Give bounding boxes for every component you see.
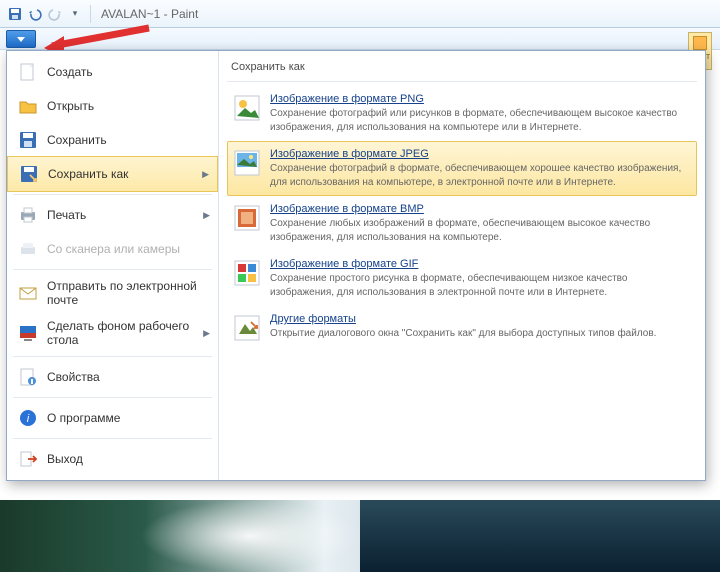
submenu-arrow-icon: ▶: [202, 169, 209, 180]
jpeg-format-icon: [232, 148, 262, 178]
saveas-format-jpeg[interactable]: Изображение в формате JPEG Сохранение фо…: [227, 141, 697, 196]
desktop-wallpaper-strip: [0, 500, 720, 572]
submenu-arrow-icon: ▶: [203, 328, 210, 339]
printer-icon: [17, 204, 39, 226]
file-menu-left-column: Создать Открыть Сохранить Сохранить как …: [7, 51, 219, 480]
other-formats-icon: [232, 313, 262, 343]
separator: [90, 5, 91, 23]
save-as-submenu: Сохранить как Изображение в формате PNG …: [219, 51, 705, 480]
format-description: Сохранение простого рисунка в формате, о…: [270, 272, 692, 299]
separator: [13, 194, 212, 195]
document-name: AVALAN~1: [101, 7, 160, 21]
saveas-format-png[interactable]: Изображение в формате PNG Сохранение фот…: [227, 86, 697, 141]
envelope-icon: [17, 282, 39, 304]
folder-open-icon: [17, 95, 39, 117]
separator: [13, 356, 212, 357]
saveas-format-bmp[interactable]: Изображение в формате BMP Сохранение люб…: [227, 196, 697, 251]
menu-item-exit[interactable]: Выход: [7, 442, 218, 476]
color1-box: [693, 36, 707, 50]
qat-save-icon[interactable]: [6, 5, 24, 23]
menu-item-label: Сделать фоном рабочего стола: [47, 319, 208, 347]
file-menu-dropdown: Создать Открыть Сохранить Сохранить как …: [6, 50, 706, 481]
save-as-icon: [18, 163, 40, 185]
menu-item-about[interactable]: i О программе: [7, 401, 218, 435]
menu-item-label: Свойства: [47, 370, 100, 384]
ribbon-tab-bar: [0, 28, 720, 50]
saveas-format-gif[interactable]: Изображение в формате GIF Сохранение про…: [227, 251, 697, 306]
format-description: Открытие диалогового окна "Сохранить как…: [270, 327, 692, 341]
separator: [13, 438, 212, 439]
menu-item-label: Сохранить: [47, 133, 107, 147]
menu-item-label: О программе: [47, 411, 120, 425]
app-name: Paint: [171, 7, 198, 21]
submenu-arrow-icon: ▶: [203, 210, 210, 221]
menu-item-label: Со сканера или камеры: [47, 242, 180, 256]
new-file-icon: [17, 61, 39, 83]
saveas-format-other[interactable]: Другие форматы Открытие диалогового окна…: [227, 306, 697, 350]
menu-item-label: Открыть: [47, 99, 94, 113]
qat-undo-icon[interactable]: [26, 5, 44, 23]
menu-item-send-email[interactable]: Отправить по электронной почте: [7, 273, 218, 313]
format-description: Сохранение фотографий или рисунков в фор…: [270, 107, 692, 134]
png-format-icon: [232, 93, 262, 123]
menu-item-print[interactable]: Печать ▶: [7, 198, 218, 232]
gif-format-icon: [232, 258, 262, 288]
title-bar: ▾ AVALAN~1 - Paint: [0, 0, 720, 28]
menu-item-label: Отправить по электронной почте: [47, 279, 208, 307]
menu-item-properties[interactable]: Свойства: [7, 360, 218, 394]
format-title: Изображение в формате JPEG: [270, 148, 692, 160]
separator: [13, 397, 212, 398]
menu-item-label: Выход: [47, 452, 83, 466]
chevron-down-icon: [17, 37, 25, 42]
menu-item-label: Создать: [47, 65, 93, 79]
menu-item-from-scanner: Со сканера или камеры: [7, 232, 218, 266]
file-menu-button[interactable]: [6, 30, 36, 48]
menu-item-save-as[interactable]: Сохранить как ▶: [7, 156, 218, 192]
menu-item-open[interactable]: Открыть: [7, 89, 218, 123]
menu-item-label: Печать: [47, 208, 86, 222]
format-description: Сохранение любых изображений в формате, …: [270, 217, 692, 244]
separator: [13, 269, 212, 270]
desktop-background-icon: [17, 322, 39, 344]
format-description: Сохранение фотографий в формате, обеспеч…: [270, 162, 692, 189]
window-title: AVALAN~1 - Paint: [101, 7, 198, 21]
menu-item-create[interactable]: Создать: [7, 55, 218, 89]
properties-icon: [17, 366, 39, 388]
qat-customize-icon[interactable]: ▾: [66, 5, 84, 23]
menu-item-label: Сохранить как: [48, 167, 128, 181]
submenu-header: Сохранить как: [227, 57, 697, 82]
format-title: Изображение в формате BMP: [270, 203, 692, 215]
bmp-format-icon: [232, 203, 262, 233]
menu-item-set-desktop[interactable]: Сделать фоном рабочего стола ▶: [7, 313, 218, 353]
format-title: Другие форматы: [270, 313, 692, 325]
qat-redo-icon[interactable]: [46, 5, 64, 23]
exit-icon: [17, 448, 39, 470]
format-title: Изображение в формате GIF: [270, 258, 692, 270]
info-icon: i: [17, 407, 39, 429]
scanner-icon: [17, 238, 39, 260]
save-icon: [17, 129, 39, 151]
menu-item-save[interactable]: Сохранить: [7, 123, 218, 157]
format-title: Изображение в формате PNG: [270, 93, 692, 105]
